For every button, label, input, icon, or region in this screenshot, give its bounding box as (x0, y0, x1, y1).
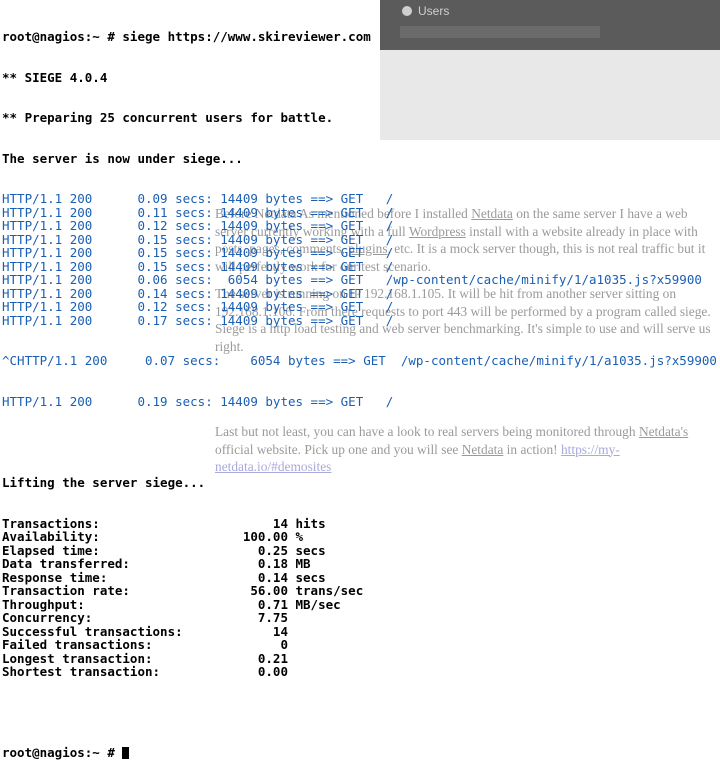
stat-row: Elapsed time: 0.25 secs (2, 542, 326, 558)
stat-row: Longest transaction: 0.21 (2, 650, 288, 666)
request-row: HTTP/1.1 200 0.12 secs: 14409 bytes ==> … (2, 218, 394, 234)
terminal-cursor (122, 747, 130, 760)
stat-row: Throughput: 0.71 MB/sec (2, 596, 341, 612)
under-siege-line: The server is now under siege... (2, 150, 243, 166)
request-row: HTTP/1.1 200 0.15 secs: 14409 bytes ==> … (2, 231, 394, 247)
stats-list: Transactions: 14 hits Availability: 100.0… (2, 517, 717, 679)
request-row: HTTP/1.1 200 0.15 secs: 14409 bytes ==> … (2, 258, 394, 274)
stat-row: Shortest transaction: 0.00 (2, 664, 288, 680)
stat-row: Successful transactions: 14 (2, 623, 288, 639)
terminal-output[interactable]: root@nagios:~ # siege https://www.skirev… (2, 3, 717, 773)
stat-row: Transactions: 14 hits (2, 515, 326, 531)
stat-row: Response time: 0.14 secs (2, 569, 326, 585)
request-row: HTTP/1.1 200 0.17 secs: 14409 bytes ==> … (2, 312, 394, 328)
stat-row: Availability: 100.00 % (2, 529, 304, 545)
request-row: HTTP/1.1 200 0.09 secs: 14409 bytes ==> … (2, 191, 394, 207)
request-row: HTTP/1.1 200 0.14 secs: 14409 bytes ==> … (2, 285, 394, 301)
request-list: HTTP/1.1 200 0.09 secs: 14409 bytes ==> … (2, 192, 717, 327)
prompt-line[interactable]: root@nagios:~ # (2, 746, 717, 760)
stat-row: Transaction rate: 56.00 trans/sec (2, 583, 364, 599)
stat-row: Concurrency: 7.75 (2, 610, 288, 626)
request-row: HTTP/1.1 200 0.15 secs: 14409 bytes ==> … (2, 245, 394, 261)
command-line: root@nagios:~ # siege https://www.skirev… (2, 29, 371, 45)
lifting-line: Lifting the server siege... (2, 475, 206, 491)
request-row: HTTP/1.1 200 0.12 secs: 14409 bytes ==> … (2, 299, 394, 315)
request-row: HTTP/1.1 200 0.19 secs: 14409 bytes ==> … (2, 393, 394, 409)
last-request: HTTP/1.1 200 0.19 secs: 14409 bytes ==> … (2, 395, 717, 409)
request-row: HTTP/1.1 200 0.11 secs: 14409 bytes ==> … (2, 204, 394, 220)
preparing-line: ** Preparing 25 concurrent users for bat… (2, 110, 334, 126)
siege-version: ** SIEGE 4.0.4 (2, 69, 108, 85)
interrupt-line: ^CHTTP/1.1 200 0.07 secs: 6054 bytes ==>… (2, 353, 717, 369)
stat-row: Failed transactions: 0 (2, 637, 288, 653)
request-row: HTTP/1.1 200 0.06 secs: 6054 bytes ==> G… (2, 272, 702, 288)
stat-row: Data transferred: 0.18 MB (2, 556, 311, 572)
